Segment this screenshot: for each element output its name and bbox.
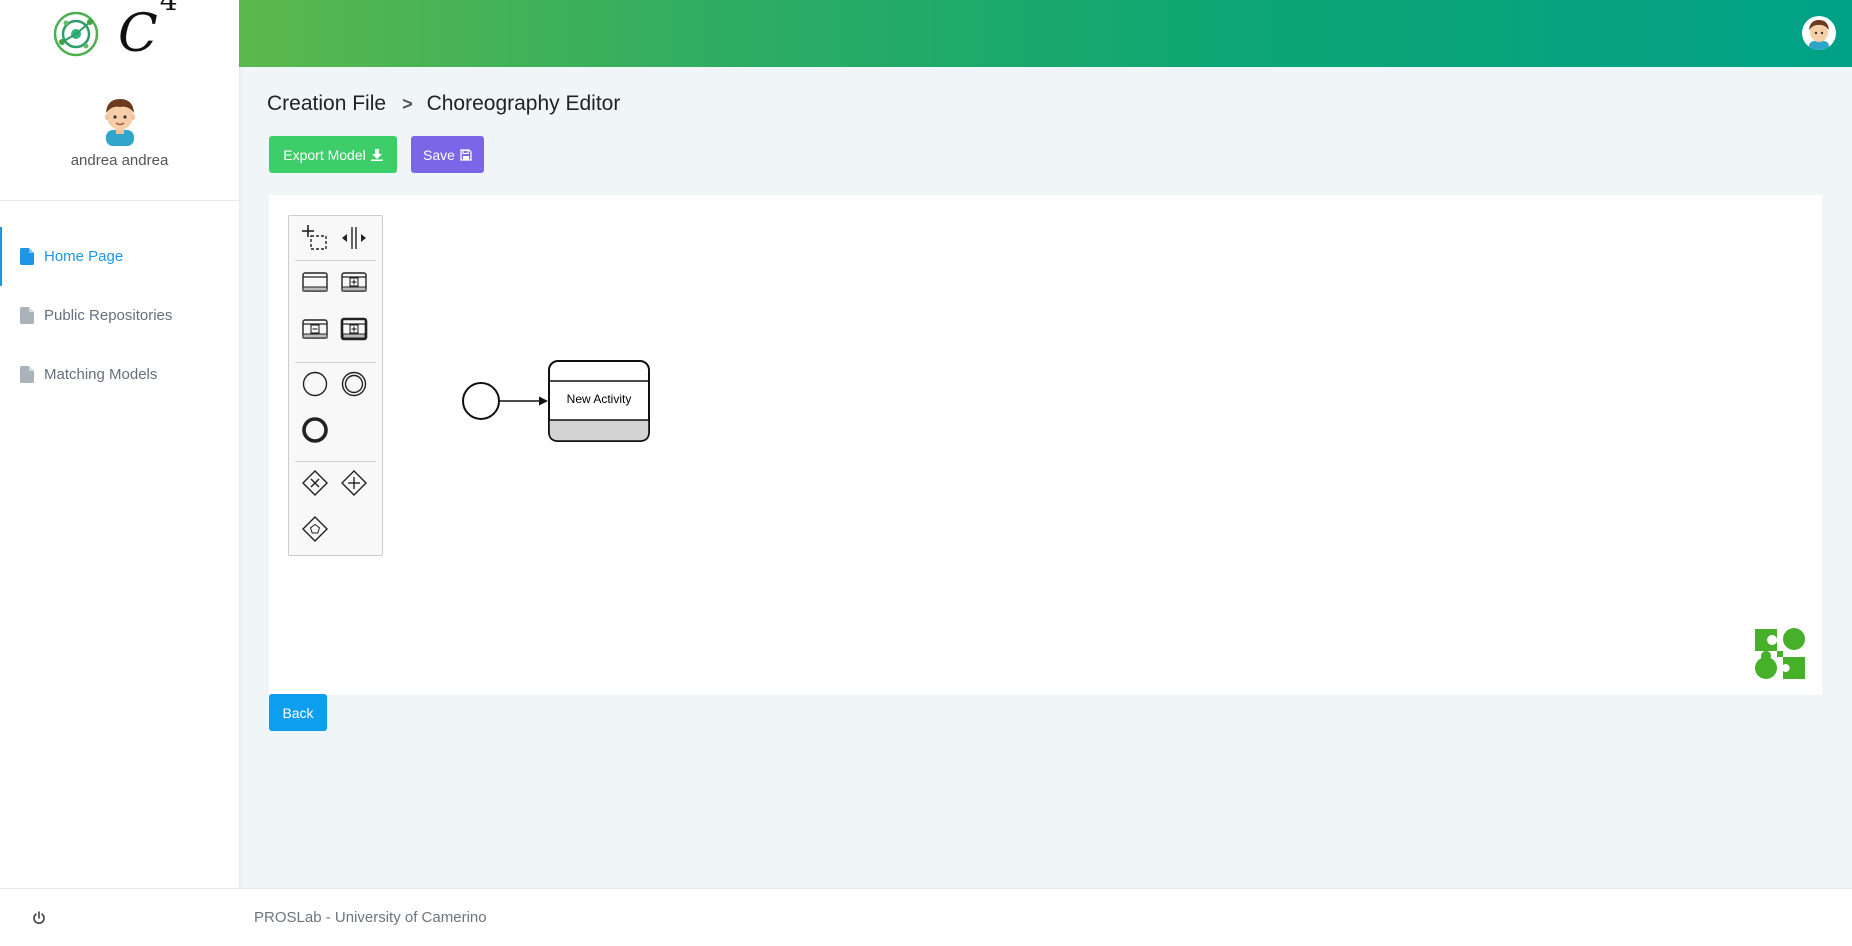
save-button[interactable]: Save: [411, 136, 484, 173]
sidebar: C4 andrea andrea Home Page Public Reposi…: [0, 0, 239, 946]
breadcrumb-separator: >: [402, 93, 413, 114]
event-based-gateway-icon: [302, 516, 328, 542]
logo-superscript: 4: [159, 0, 178, 18]
export-model-button[interactable]: Export Model: [269, 136, 397, 173]
back-label: Back: [282, 704, 314, 721]
export-model-label: Export Model: [283, 146, 366, 163]
sidebar-item-label: Matching Models: [44, 366, 158, 383]
power-icon[interactable]: [32, 910, 46, 925]
logo-text: C4: [118, 0, 178, 60]
download-icon: [370, 148, 383, 161]
top-bar: [239, 0, 1852, 67]
parallel-gateway-icon: [341, 470, 367, 496]
event-based-gateway-tool[interactable]: [298, 512, 332, 546]
sidebar-item-home-page[interactable]: Home Page: [0, 227, 239, 286]
breadcrumb: Creation File > Choreography Editor: [267, 92, 620, 116]
file-icon: [20, 307, 34, 324]
logo[interactable]: C4: [0, 0, 239, 67]
sequence-flow-arrowhead: [539, 396, 548, 406]
puzzle-logo-icon[interactable]: [1753, 627, 1807, 681]
exclusive-gateway-icon: [302, 470, 328, 496]
file-icon: [20, 366, 34, 383]
modeler-canvas[interactable]: New Activity: [269, 195, 1822, 695]
save-label: Save: [423, 146, 455, 163]
sidebar-item-label: Public Repositories: [44, 307, 173, 324]
user-avatar-icon: [104, 99, 135, 146]
sidebar-item-matching-models[interactable]: Matching Models: [0, 345, 239, 404]
footer-text: PROSLab - University of Camerino: [254, 909, 487, 926]
footer: PROSLab - University of Camerino: [239, 888, 1852, 946]
user-profile: andrea andrea: [0, 67, 239, 201]
breadcrumb-parent[interactable]: Creation File: [267, 92, 386, 116]
sidebar-item-label: Home Page: [44, 248, 124, 265]
parallel-gateway-tool[interactable]: [337, 466, 371, 500]
user-name: andrea andrea: [70, 152, 169, 169]
user-avatar-icon: [1809, 20, 1829, 50]
exclusive-gateway-tool[interactable]: [298, 466, 332, 500]
back-button[interactable]: Back: [269, 694, 327, 731]
logo-icon: [53, 11, 99, 56]
palette-separator: [295, 461, 376, 462]
sidebar-footer: [0, 888, 239, 946]
file-icon: [20, 248, 34, 265]
sidebar-item-public-repositories[interactable]: Public Repositories: [0, 286, 239, 345]
save-icon: [460, 148, 472, 161]
start-event[interactable]: [462, 382, 500, 420]
diagram-svg: [462, 360, 650, 442]
task-label: New Activity: [566, 392, 632, 406]
breadcrumb-current: Choreography Editor: [426, 92, 621, 115]
header-avatar[interactable]: [1802, 16, 1836, 50]
sidebar-nav: Home Page Public Repositories Matching M…: [0, 201, 239, 404]
